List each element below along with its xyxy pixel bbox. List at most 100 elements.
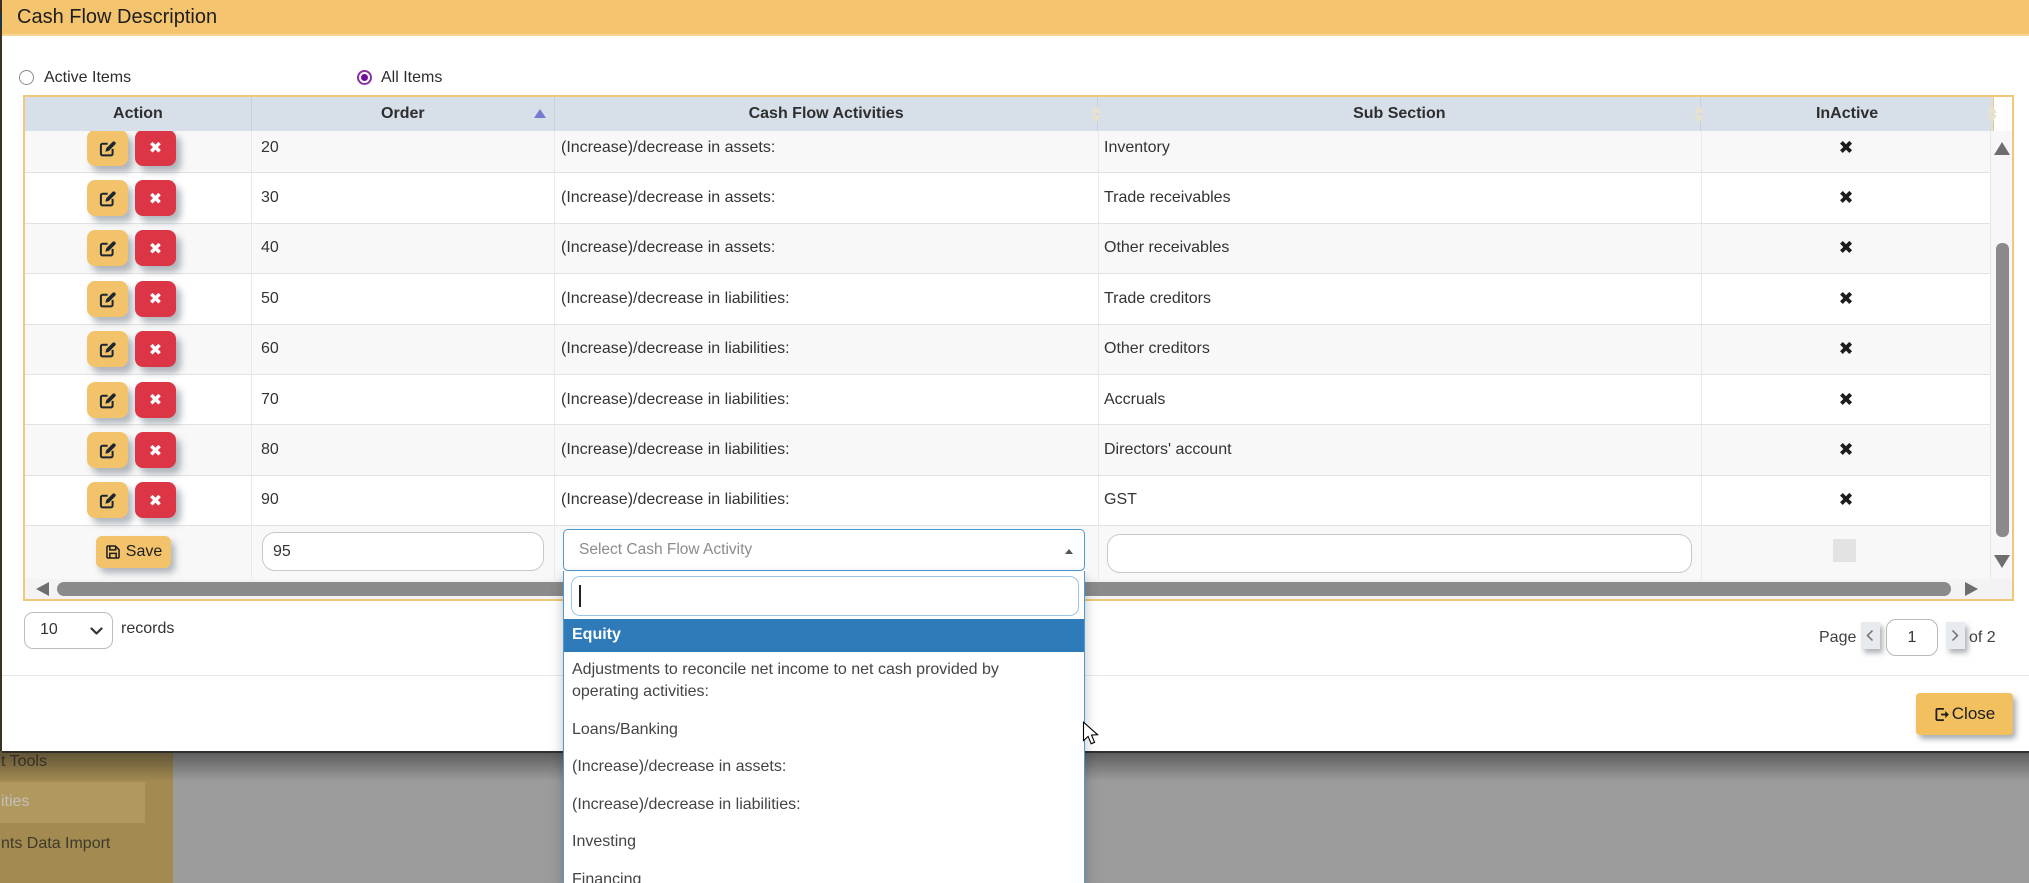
table-row: ✖ 40 (Increase)/decrease in assets: Othe… <box>25 224 1990 274</box>
dropdown-option[interactable]: Loans/Banking <box>564 712 1084 750</box>
mouse-cursor <box>1082 721 1102 748</box>
dropdown-option[interactable]: Adjustments to reconcile net income to n… <box>564 652 1084 712</box>
sign-out-icon <box>1934 707 1950 722</box>
cash-flow-grid: Action Order Cash Flow Activities Sub Se… <box>23 95 2014 601</box>
column-header-order[interactable]: Order <box>252 97 555 131</box>
order-cell: 90 <box>252 476 555 525</box>
x-mark-icon: ✖ <box>149 138 162 157</box>
next-page-button[interactable] <box>1946 622 1965 649</box>
delete-button[interactable]: ✖ <box>135 131 176 166</box>
edit-button[interactable] <box>87 482 128 518</box>
page: t Tools nts Data Import ities Cash Flow … <box>0 0 2029 883</box>
inactive-cell: ✖ <box>1702 476 1990 525</box>
sub-section-cell-text: GST <box>1104 491 1137 509</box>
activity-cell-text: (Increase)/decrease in liabilities: <box>561 441 790 459</box>
x-mark-icon: ✖ <box>1702 339 1990 360</box>
inactive-cell: ✖ <box>1702 224 1990 273</box>
dropdown-option[interactable]: (Increase)/decrease in liabilities: <box>564 787 1084 825</box>
pen-square-icon <box>98 290 117 308</box>
edit-button[interactable] <box>87 230 128 266</box>
x-mark-icon: ✖ <box>149 390 162 409</box>
edit-button[interactable] <box>87 180 128 216</box>
page-number-input[interactable] <box>1886 619 1938 656</box>
triangle-up-icon <box>1065 549 1073 554</box>
x-mark-icon: ✖ <box>1702 238 1990 259</box>
order-cell-text: 50 <box>261 290 279 308</box>
vertical-scrollbar[interactable] <box>1990 131 2012 579</box>
dropdown-option[interactable]: (Increase)/decrease in assets: <box>564 749 1084 787</box>
x-mark-icon: ✖ <box>1702 288 1990 309</box>
dropdown-option[interactable]: Financing <box>564 862 1084 883</box>
column-header-label: Action <box>25 105 251 123</box>
x-mark-icon: ✖ <box>149 289 162 308</box>
grid-body: ✖ 20 (Increase)/decrease in assets: Inve… <box>25 131 1990 579</box>
inactive-cell: ✖ <box>1702 325 1990 374</box>
dropdown-option[interactable]: Equity <box>564 619 1084 652</box>
table-row: ✖ 50 (Increase)/decrease in liabilities:… <box>25 274 1990 324</box>
select-placeholder: Select Cash Flow Activity <box>579 541 752 559</box>
new-sub-section-input[interactable] <box>1107 534 1692 573</box>
order-cell-text: 40 <box>261 239 279 257</box>
activity-cell: (Increase)/decrease in assets: <box>555 173 1099 222</box>
delete-button[interactable]: ✖ <box>135 281 176 317</box>
activity-cell-text: (Increase)/decrease in liabilities: <box>561 340 790 358</box>
order-cell-text: 90 <box>261 491 279 509</box>
inactive-cell: ✖ <box>1702 375 1990 424</box>
delete-button[interactable]: ✖ <box>135 432 176 468</box>
x-mark-icon: ✖ <box>149 239 162 258</box>
page-size-select[interactable]: 10 <box>24 612 113 649</box>
edit-button[interactable] <box>87 131 128 166</box>
sub-section-cell-text: Directors' account <box>1104 441 1232 459</box>
save-button[interactable]: Save <box>96 536 171 568</box>
order-cell-text: 20 <box>261 139 279 157</box>
delete-button[interactable]: ✖ <box>135 180 176 216</box>
delete-button[interactable]: ✖ <box>135 382 176 418</box>
chevron-left-icon <box>1865 629 1875 642</box>
grid-rows: ✖ 20 (Increase)/decrease in assets: Inve… <box>25 131 1990 526</box>
edit-button[interactable] <box>87 281 128 317</box>
activity-cell: (Increase)/decrease in assets: <box>555 224 1099 273</box>
order-cell: 40 <box>252 224 555 273</box>
order-cell-text: 30 <box>261 189 279 207</box>
column-header-cash-flow-activities[interactable]: Cash Flow Activities <box>555 97 1099 131</box>
delete-button[interactable]: ✖ <box>135 331 176 367</box>
table-row: ✖ 30 (Increase)/decrease in assets: Trad… <box>25 173 1990 223</box>
sub-section-cell-text: Inventory <box>1104 139 1170 157</box>
grid-header-row: Action Order Cash Flow Activities Sub Se… <box>25 97 1994 131</box>
scroll-right-arrow-icon[interactable] <box>1965 582 1978 596</box>
records-label: records <box>121 620 174 638</box>
previous-page-button[interactable] <box>1861 622 1880 649</box>
delete-button[interactable]: ✖ <box>135 482 176 518</box>
action-cell: ✖ <box>25 425 252 474</box>
inactive-cell: ✖ <box>1702 425 1990 474</box>
x-mark-icon: ✖ <box>149 491 162 510</box>
new-order-input[interactable] <box>262 532 544 571</box>
scroll-left-arrow-icon[interactable] <box>36 582 49 596</box>
scroll-down-arrow-icon[interactable] <box>1994 555 2010 568</box>
order-cell: 70 <box>252 375 555 424</box>
x-mark-icon: ✖ <box>149 441 162 460</box>
scroll-up-arrow-icon[interactable] <box>1994 142 2010 155</box>
order-cell: 50 <box>252 274 555 323</box>
action-cell: ✖ <box>25 476 252 525</box>
sidebar-item-activities-label: ities <box>1 793 29 811</box>
dropdown-option[interactable]: Investing <box>564 824 1084 862</box>
edit-button[interactable] <box>87 432 128 468</box>
radio-all-items-circle[interactable] <box>357 70 372 85</box>
sidebar-item-activities-active[interactable]: ities <box>0 782 145 823</box>
column-header-sub-section[interactable]: Sub Section <box>1098 97 1701 131</box>
sidebar-item-data-import[interactable]: nts Data Import <box>1 835 110 853</box>
close-button[interactable]: Close <box>1916 693 2013 735</box>
radio-active-items-circle[interactable] <box>19 70 34 85</box>
column-header-action[interactable]: Action <box>25 97 252 131</box>
edit-button[interactable] <box>87 331 128 367</box>
new-inactive-checkbox[interactable] <box>1833 539 1856 562</box>
order-cell-text: 60 <box>261 340 279 358</box>
column-header-inactive[interactable]: InActive <box>1701 97 1993 131</box>
dropdown-option-label: (Increase)/decrease in assets: <box>572 756 786 779</box>
dropdown-search-input[interactable] <box>572 577 1078 615</box>
vertical-scrollbar-thumb[interactable] <box>1996 243 2009 537</box>
edit-button[interactable] <box>87 382 128 418</box>
cash-flow-activity-select[interactable]: Select Cash Flow Activity <box>563 529 1085 571</box>
delete-button[interactable]: ✖ <box>135 230 176 266</box>
